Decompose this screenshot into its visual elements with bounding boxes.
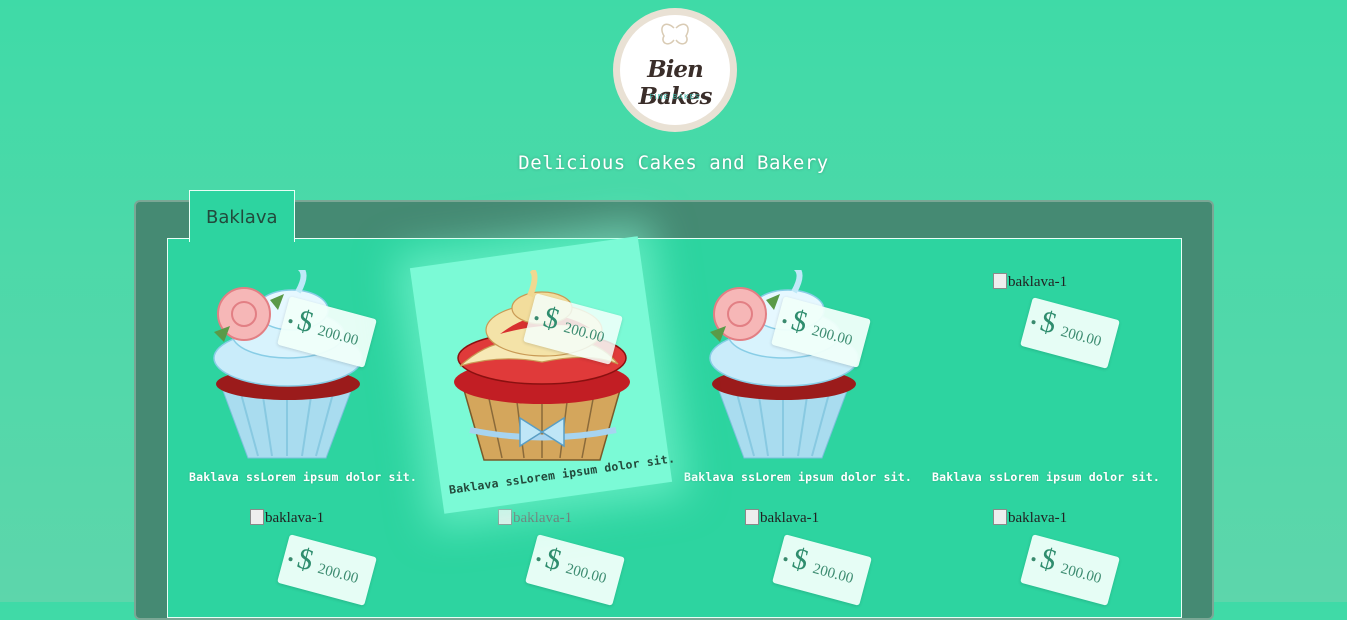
image-alt-text: baklava-1 xyxy=(1008,510,1068,526)
currency-symbol: $ xyxy=(293,303,317,340)
currency-symbol: $ xyxy=(1036,541,1060,578)
broken-image: baklava-1 xyxy=(250,509,324,527)
brand-name: Bien Bakes xyxy=(638,56,713,110)
broken-image: baklava-1 xyxy=(745,509,819,527)
price: 200.00 xyxy=(1058,323,1103,351)
price: 200.00 xyxy=(315,560,360,588)
broken-image: baklava-1 xyxy=(498,509,572,527)
logo[interactable]: Bien Bakes FINE BAKES xyxy=(608,8,742,132)
broken-image-icon xyxy=(993,273,1007,289)
price: 200.00 xyxy=(561,319,606,347)
image-alt-text: baklava-1 xyxy=(513,510,573,526)
image-alt-text: baklava-1 xyxy=(265,510,325,526)
price: 200.00 xyxy=(315,322,360,350)
broken-image-icon xyxy=(745,509,759,525)
product-caption: Baklava ssLorem ipsum dolor sit. xyxy=(932,470,1160,484)
image-alt-text: baklava-1 xyxy=(760,510,820,526)
broken-image-icon xyxy=(993,509,1007,525)
broken-image-icon xyxy=(250,509,264,525)
currency-symbol: $ xyxy=(541,541,565,578)
price: 200.00 xyxy=(810,560,855,588)
price: 200.00 xyxy=(809,322,854,350)
tab-label: Baklava xyxy=(206,207,278,228)
currency-symbol: $ xyxy=(787,303,811,340)
broken-image: baklava-1 xyxy=(993,273,1067,291)
currency-symbol: $ xyxy=(788,541,812,578)
price: 200.00 xyxy=(1058,560,1103,588)
tagline: Delicious Cakes and Bakery xyxy=(518,152,829,174)
broken-image: baklava-1 xyxy=(993,509,1067,527)
image-alt-text: baklava-1 xyxy=(1008,274,1068,290)
broken-image-icon xyxy=(498,509,512,525)
price: 200.00 xyxy=(563,560,608,588)
tab-baklava[interactable]: Baklava xyxy=(189,190,295,242)
product-caption: Baklava ssLorem ipsum dolor sit. xyxy=(189,470,417,484)
currency-symbol: $ xyxy=(293,541,317,578)
currency-symbol: $ xyxy=(1036,304,1060,341)
brand-sub: FINE BAKES xyxy=(649,93,701,101)
currency-symbol: $ xyxy=(539,300,563,337)
product-caption: Baklava ssLorem ipsum dolor sit. xyxy=(684,470,912,484)
